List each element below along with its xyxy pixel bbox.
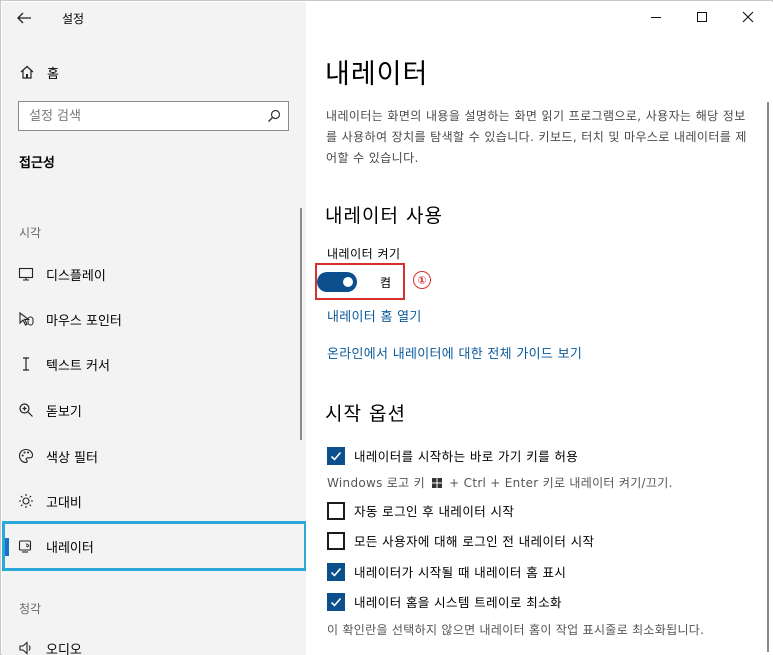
- section-heading-use: 내레이터 사용: [325, 205, 443, 227]
- shortcut-hint-prefix: Windows 로고 키: [327, 476, 425, 490]
- sidebar-item-display[interactable]: 디스플레이: [2, 256, 306, 292]
- title-bar: 설정: [2, 2, 306, 34]
- home-icon: [20, 65, 34, 79]
- sidebar-scrollbar[interactable]: [300, 208, 302, 440]
- group-vision-heading: 시각: [19, 226, 42, 240]
- toggle-knob: [343, 277, 353, 287]
- callout-badge: ①: [413, 271, 431, 289]
- option-show-home-on-start[interactable]: 내레이터가 시작될 때 내레이터 홈 표시: [327, 562, 566, 581]
- brightness-icon: [19, 494, 33, 508]
- shortcut-hint-suffix: + Ctrl + Enter 키로 내레이터 켜기/끄기.: [449, 476, 673, 490]
- checkbox-checked[interactable]: [327, 446, 345, 465]
- toggle-label: 내레이터 켜기: [327, 247, 401, 261]
- main-content: 내레이터 내레이터는 화면의 내용을 설명하는 화면 읽기 프로그램으로, 사용…: [306, 2, 773, 655]
- option-start-before-signin[interactable]: 모든 사용자에 대해 로그인 전 내레이터 시작: [327, 531, 594, 550]
- link-online-guide[interactable]: 온라인에서 내레이터에 대한 전체 가이드 보기: [327, 343, 582, 362]
- checkbox-unchecked[interactable]: [327, 531, 345, 550]
- checkbox-checked[interactable]: [327, 562, 345, 581]
- checkmark-icon: [330, 597, 342, 607]
- option-auto-start-after-signin[interactable]: 자동 로그인 후 내레이터 시작: [327, 501, 514, 520]
- sidebar-item-high-contrast[interactable]: 고대비: [2, 483, 306, 519]
- shortcut-hint: Windows 로고 키 + Ctrl + Enter 키로 내레이터 켜기/끄…: [327, 474, 673, 491]
- sidebar-item-label: 내레이터: [46, 540, 94, 556]
- back-arrow-icon: [17, 12, 31, 24]
- checkmark-icon: [330, 451, 342, 461]
- maximize-button[interactable]: [679, 2, 725, 32]
- option-label: 모든 사용자에 대해 로그인 전 내레이터 시작: [354, 534, 595, 549]
- sidebar-item-label: 텍스트 커서: [46, 358, 110, 374]
- page-description: 내레이터는 화면의 내용을 설명하는 화면 읽기 프로그램으로, 사용자는 해당…: [326, 109, 747, 165]
- tray-hint: 이 확인란을 선택하지 않으면 내레이터 홈이 작업 표시줄로 최소화됩니다.: [327, 623, 705, 637]
- narrator-icon: [18, 540, 32, 553]
- toggle-state-text: 켬: [380, 276, 392, 290]
- option-minimize-to-tray[interactable]: 내레이터 홈을 시스템 트레이로 최소화: [327, 592, 562, 611]
- close-button[interactable]: [725, 2, 771, 32]
- sidebar-item-audio[interactable]: 오디오: [2, 630, 306, 655]
- minimize-button[interactable]: [633, 2, 679, 32]
- main-scrollbar[interactable]: [767, 102, 769, 652]
- sidebar-item-magnifier[interactable]: 돋보기: [2, 392, 306, 428]
- link-narrator-home[interactable]: 내레이터 홈 열기: [327, 306, 422, 325]
- search-box[interactable]: [18, 101, 289, 131]
- checkbox-unchecked[interactable]: [327, 501, 345, 520]
- sidebar-item-text-cursor[interactable]: 텍스트 커서: [2, 346, 306, 382]
- narrator-toggle[interactable]: [317, 272, 357, 292]
- search-input[interactable]: [19, 102, 251, 130]
- back-button[interactable]: [12, 8, 36, 28]
- text-cursor-icon: [23, 357, 29, 371]
- sidebar-item-label: 고대비: [46, 495, 82, 511]
- settings-window: 설정 홈 접근성 시각 디스플레이: [0, 0, 773, 655]
- checkbox-checked[interactable]: [327, 592, 345, 611]
- selection-indicator: [5, 538, 9, 556]
- sidebar-item-label: 돋보기: [46, 404, 82, 420]
- option-shortcut-key[interactable]: 내레이터를 시작하는 바로 가기 키를 허용: [327, 446, 578, 465]
- mouse-pointer-icon: [19, 311, 34, 326]
- sidebar-item-color-filters[interactable]: 색상 필터: [2, 438, 306, 474]
- home-label: 홈: [47, 66, 59, 82]
- sidebar-item-label: 오디오: [46, 642, 82, 655]
- group-hearing-heading: 청각: [19, 602, 42, 616]
- option-label: 내레이터 홈을 시스템 트레이로 최소화: [354, 595, 562, 610]
- home-nav[interactable]: 홈: [2, 56, 306, 88]
- speaker-icon: [19, 641, 31, 655]
- maximize-icon: [697, 12, 707, 22]
- checkmark-icon: [330, 567, 342, 577]
- monitor-icon: [18, 267, 34, 281]
- section-title: 접근성: [19, 156, 55, 171]
- magnifier-icon: [19, 403, 33, 417]
- close-icon: [742, 11, 754, 23]
- page-title: 내레이터: [325, 59, 429, 90]
- sidebar-item-label: 색상 필터: [46, 450, 98, 466]
- sidebar-item-label: 마우스 포인터: [46, 313, 122, 329]
- minimize-icon: [651, 17, 661, 18]
- app-title: 설정: [62, 12, 85, 26]
- sidebar-item-narrator[interactable]: 내레이터: [2, 521, 306, 571]
- option-label: 내레이터가 시작될 때 내레이터 홈 표시: [354, 565, 567, 580]
- search-icon[interactable]: [267, 109, 281, 123]
- sidebar-item-mouse-pointer[interactable]: 마우스 포인터: [2, 301, 306, 337]
- option-label: 내레이터를 시작하는 바로 가기 키를 허용: [354, 449, 579, 464]
- sidebar: 설정 홈 접근성 시각 디스플레이: [2, 2, 306, 655]
- sidebar-item-label: 디스플레이: [46, 268, 106, 284]
- option-label: 자동 로그인 후 내레이터 시작: [354, 504, 515, 519]
- windows-logo-icon: [432, 478, 443, 488]
- section-heading-start-options: 시작 옵션: [325, 403, 406, 425]
- palette-icon: [18, 448, 34, 464]
